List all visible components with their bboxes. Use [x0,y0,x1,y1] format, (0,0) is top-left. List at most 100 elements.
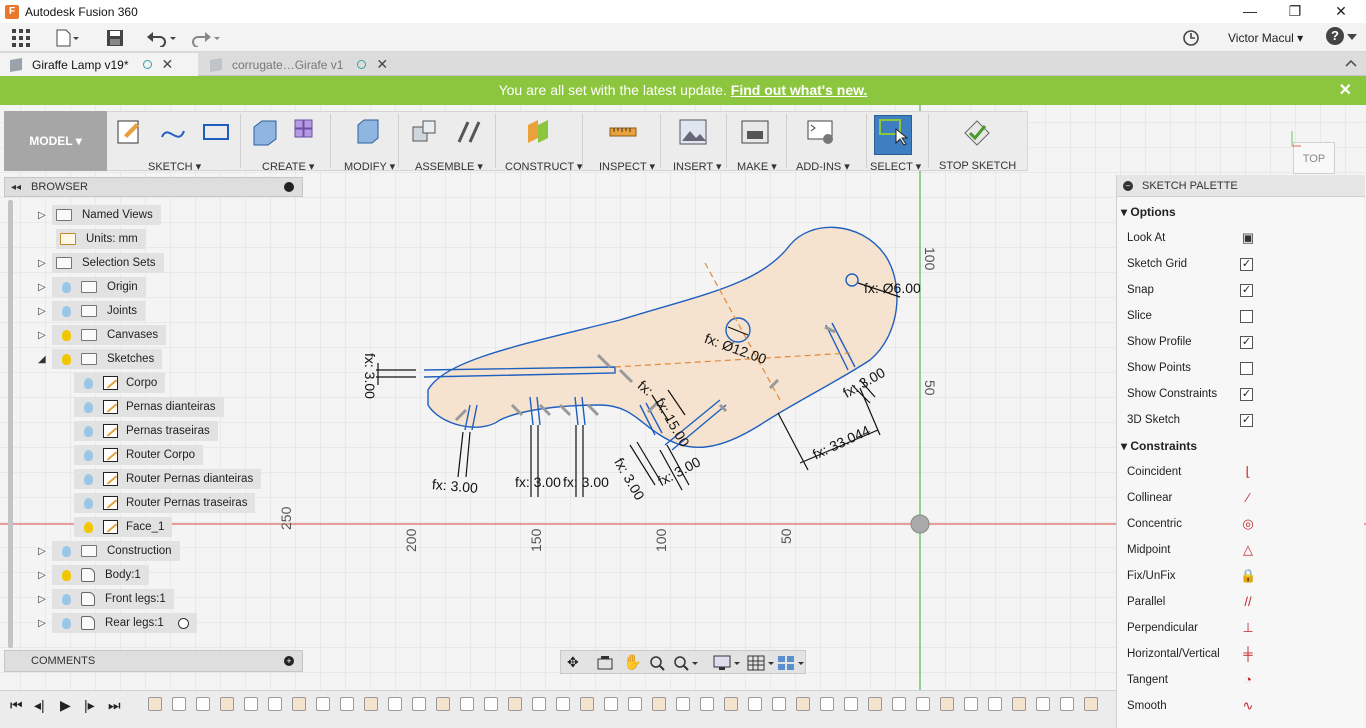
constraint-smooth[interactable]: Smooth ∿ [1127,693,1357,719]
visibility-bulb-icon[interactable] [62,281,71,293]
timeline-feature-icon[interactable] [892,697,906,711]
timeline-first-icon[interactable]: ⏮ [10,697,23,714]
close-tab-icon[interactable]: ✕ [376,56,388,73]
pan-hand-icon[interactable]: ✋ [623,653,642,671]
viewports-icon[interactable] [777,655,805,671]
browser-item-sketches[interactable]: ◢ Sketches [38,349,163,369]
lock-icon[interactable]: 🔒 [1240,568,1256,584]
visibility-bulb-icon[interactable] [84,521,93,533]
option-checkbox[interactable] [1240,361,1253,375]
option-checkbox[interactable]: ✓ [1240,413,1253,427]
browser-item-pernas-dianteiras[interactable]: Pernas dianteiras [74,397,224,417]
timeline-last-icon[interactable]: ⏭ [108,697,121,714]
timeline-feature-icon[interactable] [412,697,426,711]
timeline-feature-icon[interactable] [844,697,858,711]
timeline-play-icon[interactable]: ▶ [60,697,71,714]
visibility-bulb-icon[interactable] [84,473,93,485]
scripts-addins-icon[interactable] [806,117,836,147]
browser-scrollbar[interactable] [8,200,13,648]
orbit-icon[interactable]: ✥ [567,654,579,671]
timeline-feature-icon[interactable] [532,697,546,711]
timeline-feature-icon[interactable] [628,697,642,711]
line-tool-icon[interactable] [158,117,188,147]
visibility-bulb-icon[interactable] [84,401,93,413]
palette-header[interactable]: – SKETCH PALETTE [1117,175,1365,197]
timeline-feature-icon[interactable] [364,697,378,711]
timeline-feature-icon[interactable] [1036,697,1050,711]
timeline-feature-icon[interactable] [940,697,954,711]
make-menu[interactable]: MAKE ▾ [737,160,777,173]
job-status-clock-icon[interactable] [1182,29,1200,47]
create-menu[interactable]: CREATE ▾ [262,160,314,173]
browser-item-router-pernas-dianteiras[interactable]: Router Pernas dianteiras [74,469,262,489]
option-show-constraints[interactable]: Show Constraints ✓ [1127,381,1357,407]
timeline-feature-icon[interactable] [988,697,1002,711]
browser-item-canvases[interactable]: ▷ Canvases [38,325,167,345]
timeline-feature-icon[interactable] [700,697,714,711]
close-banner-icon[interactable]: ✕ [1339,76,1352,105]
close-tab-icon[interactable]: ✕ [162,56,174,73]
option-checkbox[interactable]: ✓ [1240,283,1253,297]
browser-item-corpo[interactable]: Corpo [74,373,166,393]
timeline-feature-icon[interactable] [1060,697,1074,711]
expand-arrow-icon[interactable]: ▷ [38,330,52,341]
option-snap[interactable]: Snap ✓ [1127,277,1357,303]
concentric-icon[interactable]: ◎ [1240,516,1256,532]
pattern-icon[interactable] [292,117,322,147]
file-menu-icon[interactable] [55,29,79,47]
option-checkbox[interactable] [1240,309,1253,323]
help-dropdown-chevron-icon[interactable] [1347,34,1357,40]
grid-settings-icon[interactable] [747,655,775,671]
timeline-feature-icon[interactable] [460,697,474,711]
constraint-parallel[interactable]: Parallel // [1127,589,1357,615]
timeline-next-icon[interactable]: |▸ [84,697,95,714]
browser-item-origin[interactable]: ▷ Origin [38,277,146,297]
timeline-feature-icon[interactable] [220,697,234,711]
constraint-horizontal-vertical[interactable]: Horizontal/Vertical ╪ [1127,641,1357,667]
constraint-tangent[interactable]: Tangent ◔ [1127,667,1357,693]
tangent-icon[interactable]: ◔ [1240,672,1256,688]
joint-icon[interactable] [454,117,484,147]
browser-item-body-1[interactable]: ▷ Body:1 [38,565,149,585]
collinear-icon[interactable]: ⁄ [1240,490,1256,506]
timeline-feature-icon[interactable] [916,697,930,711]
smooth-icon[interactable]: ∿ [1240,698,1256,714]
option-checkbox[interactable]: ✓ [1240,335,1253,349]
timeline-feature-icon[interactable] [652,697,666,711]
option-checkbox[interactable]: ✓ [1240,387,1253,401]
timeline-feature-icon[interactable] [556,697,570,711]
option-3d-sketch[interactable]: 3D Sketch ✓ [1127,407,1357,433]
constraint-collinear[interactable]: Collinear ⁄ [1127,485,1357,511]
addins-menu[interactable]: ADD-INS ▾ [796,160,850,173]
construct-menu[interactable]: CONSTRUCT ▾ [505,160,582,173]
visibility-bulb-icon[interactable] [62,329,71,341]
browser-item-front-legs-1[interactable]: ▷ Front legs:1 [38,589,174,609]
constraint-coincident[interactable]: Coincident ⌊ [1127,459,1357,485]
timeline-previous-icon[interactable]: ◂| [34,697,45,714]
sketch-menu[interactable]: SKETCH ▾ [148,160,201,173]
expand-arrow-icon[interactable]: ▷ [38,618,52,629]
timeline-feature-icon[interactable] [1084,697,1098,711]
constraints-section-header[interactable]: ▾ Constraints [1121,439,1197,453]
modify-menu[interactable]: MODIFY ▾ [344,160,395,173]
expand-arrow-icon[interactable]: ▷ [38,306,52,317]
expand-arrow-icon[interactable]: ▷ [38,282,52,293]
timeline-feature-icon[interactable] [268,697,282,711]
option-checkbox[interactable]: ✓ [1240,257,1253,271]
length-dimension[interactable]: fx: 3.00 [515,474,561,490]
pin-browser-icon[interactable] [284,182,294,192]
help-icon[interactable]: ? [1326,27,1344,45]
diameter-dimension[interactable]: fx: Ø6.00 [864,280,921,296]
3d-print-icon[interactable] [740,117,770,147]
stop-sketch-icon[interactable] [962,117,992,147]
timeline-feature-icon[interactable] [196,697,210,711]
collapse-arrow-icon[interactable]: ◢ [38,354,52,365]
constraint-concentric[interactable]: Concentric ◎ [1127,511,1357,537]
inspect-menu[interactable]: INSPECT ▾ [599,160,655,173]
timeline-feature-icon[interactable] [748,697,762,711]
extrude-icon[interactable] [250,117,280,147]
timeline-feature-icon[interactable] [244,697,258,711]
browser-item-selection-sets[interactable]: ▷ Selection Sets [38,253,164,273]
user-account-menu[interactable]: Victor Macul ▾ [1228,31,1303,45]
option-slice[interactable]: Slice [1127,303,1357,329]
